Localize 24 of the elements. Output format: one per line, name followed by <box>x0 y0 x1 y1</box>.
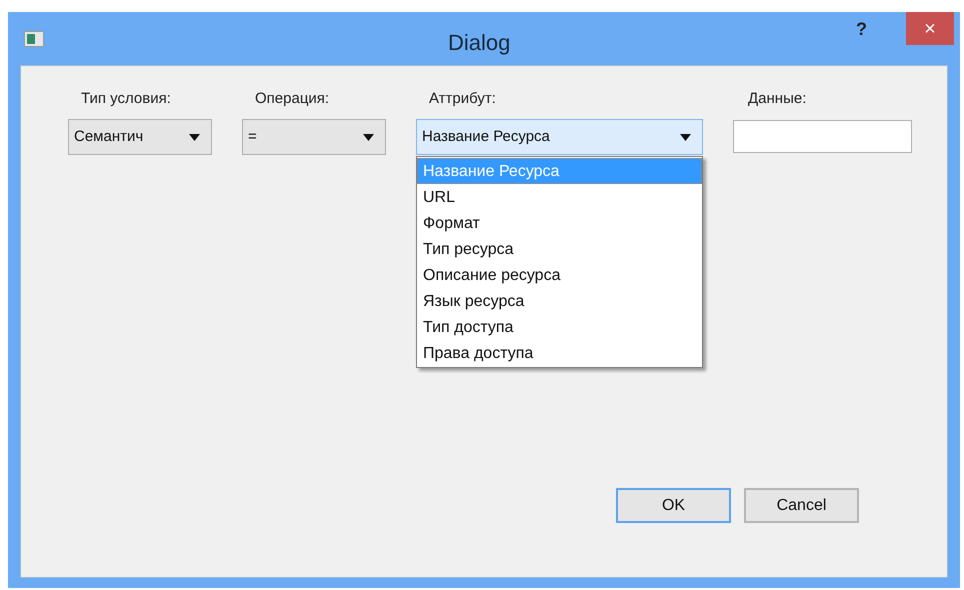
close-button[interactable]: × <box>906 12 954 45</box>
combo-box[interactable]: Название Ресурса <box>416 119 703 155</box>
dropdown-option[interactable]: Тип ресурса <box>417 236 702 262</box>
dropdown-arrow-icon <box>680 134 691 140</box>
window-title: Dialog <box>448 29 510 57</box>
dropdown-option[interactable]: Формат <box>417 210 702 236</box>
data-input-field[interactable] <box>733 120 912 153</box>
dropdown-option[interactable]: Язык ресурса <box>417 288 702 314</box>
app-icon <box>24 30 44 46</box>
dropdown-option[interactable]: URL <box>417 184 702 210</box>
field-label: Тип условия: <box>81 89 171 109</box>
help-button[interactable]: ? <box>856 16 867 43</box>
field-label: Данные: <box>748 89 806 109</box>
dialog-button[interactable]: Cancel <box>744 488 859 523</box>
combo-box[interactable]: = <box>242 119 386 155</box>
dropdown-arrow-icon <box>189 134 200 140</box>
field-label: Операция: <box>255 89 330 109</box>
dropdown-option[interactable]: Описание ресурса <box>417 262 702 288</box>
combo-box[interactable]: Семантич <box>68 119 212 155</box>
dropdown-option[interactable]: Тип доступа <box>417 314 702 340</box>
field-label: Аттрибут: <box>429 89 496 109</box>
dialog-button[interactable]: OK <box>616 488 731 523</box>
dropdown-arrow-icon <box>363 134 374 140</box>
dropdown-option[interactable]: Права доступа <box>417 340 702 366</box>
